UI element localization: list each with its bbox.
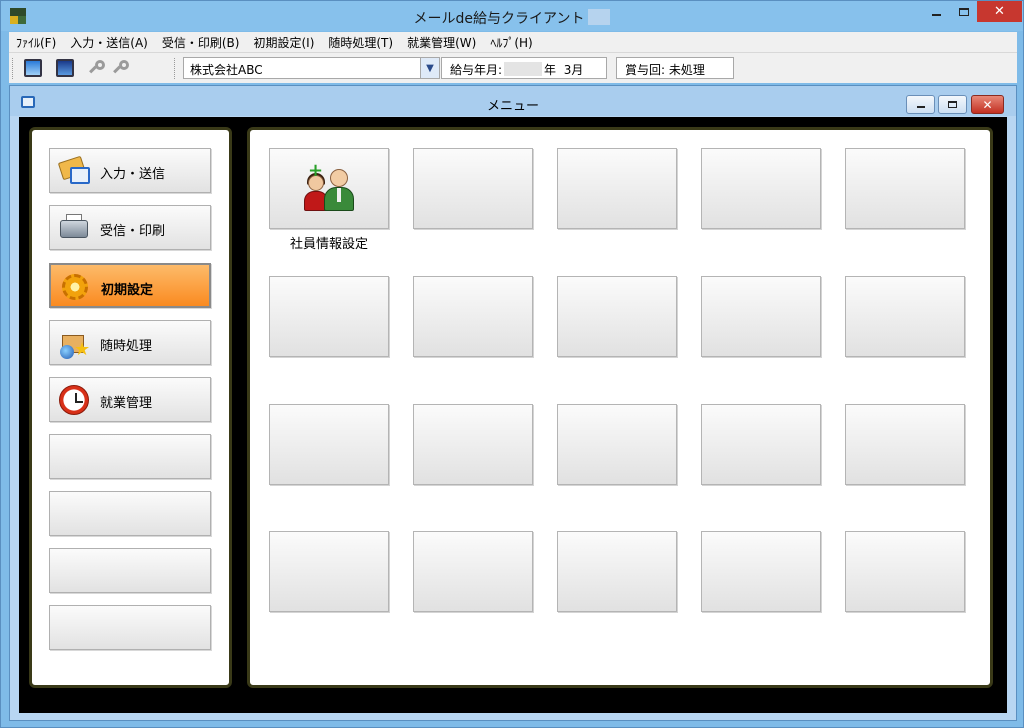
menu-body: 入力・送信 受信・印刷 初期設定 ★ 随時処理 就業管理 + 社員情報設定 (19, 117, 1007, 713)
nav-initial-settings-button[interactable]: 初期設定 (49, 263, 211, 308)
menu-work-management[interactable]: 就業管理(W) (400, 34, 483, 51)
minimize-button[interactable] (923, 1, 950, 22)
nav-input-send-button[interactable]: 入力・送信 (49, 148, 211, 193)
close-icon: ✕ (982, 97, 993, 112)
employee-info-settings-tile[interactable]: + (269, 148, 389, 229)
menu-window-title: メニュー (486, 99, 539, 114)
menu-tile[interactable] (413, 276, 533, 357)
menu-tile[interactable] (413, 404, 533, 485)
app-window: メールde給与クライアント ✕ ﾌｧｲﾙ(F) 入力・送信(A) 受信・印刷(B… (0, 0, 1024, 728)
menu-tile[interactable] (269, 276, 389, 357)
salary-year-month: 給与年月: 年 3月 (441, 57, 607, 79)
menu-adhoc-processing[interactable]: 随時処理(T) (321, 34, 400, 51)
menu-minimize-button[interactable] (906, 95, 935, 114)
menu-tile[interactable] (845, 148, 965, 229)
toolbar-grip[interactable] (174, 58, 177, 79)
menu-tile[interactable] (269, 404, 389, 485)
close-button[interactable]: ✕ (977, 1, 1022, 22)
bonus-status: 賞与回: 未処理 (616, 57, 734, 79)
function-panel: + 社員情報設定 (247, 127, 993, 688)
menu-close-button[interactable]: ✕ (971, 95, 1004, 114)
close-icon: ✕ (994, 4, 1005, 19)
menu-tile[interactable] (701, 531, 821, 612)
company-select[interactable]: 株式会社ABC ▼ (183, 57, 440, 79)
nav-empty-button[interactable] (49, 491, 211, 536)
box-globe-icon: ★ (58, 327, 90, 359)
title-bar[interactable]: メールde給与クライアント ✕ (1, 1, 1023, 31)
menu-tile[interactable] (701, 148, 821, 229)
menu-window-title-bar[interactable]: メニュー ✕ (10, 86, 1016, 116)
maximize-icon (958, 7, 969, 16)
key-icon[interactable] (95, 60, 105, 70)
menu-receive-print[interactable]: 受信・印刷(B) (155, 34, 247, 51)
menu-input-send[interactable]: 入力・送信(A) (63, 34, 155, 51)
key-icon[interactable] (119, 60, 129, 70)
gear-icon (59, 271, 91, 303)
toolbar: 株式会社ABC ▼ 給与年月: 年 3月 賞与回: 未処理 (9, 52, 1017, 83)
nav-empty-button[interactable] (49, 605, 211, 650)
menu-tile[interactable] (845, 404, 965, 485)
toolbar-grip[interactable] (12, 58, 15, 79)
menu-tile[interactable] (845, 276, 965, 357)
menu-tile[interactable] (269, 531, 389, 612)
clock-icon (58, 384, 90, 416)
menu-maximize-button[interactable] (938, 95, 967, 114)
bonus-label: 賞与回: (625, 63, 666, 77)
monitor-icon[interactable] (24, 59, 42, 77)
employee-info-settings-label: 社員情報設定 (289, 237, 368, 252)
menu-child-window: メニュー ✕ 入力・送信 受信・印刷 初期設定 ★ 随時処理 就業管理 + 社員… (9, 85, 1017, 721)
nav-receive-print-button[interactable]: 受信・印刷 (49, 205, 211, 250)
nav-work-management-button[interactable]: 就業管理 (49, 377, 211, 422)
chevron-down-icon[interactable]: ▼ (420, 58, 439, 78)
menu-help[interactable]: ﾍﾙﾌﾟ(H) (483, 34, 539, 51)
nav-empty-button[interactable] (49, 548, 211, 593)
menu-tile[interactable] (413, 531, 533, 612)
menu-tile[interactable] (701, 404, 821, 485)
company-select-value: 株式会社ABC (190, 63, 263, 77)
menu-tile[interactable] (701, 276, 821, 357)
restore-icon (948, 101, 957, 108)
salary-ym-label: 給与年月: (450, 63, 503, 77)
menu-tile[interactable] (557, 531, 677, 612)
menu-bar: ﾌｧｲﾙ(F) 入力・送信(A) 受信・印刷(B) 初期設定(I) 随時処理(T… (9, 32, 1017, 52)
menu-tile[interactable] (845, 531, 965, 612)
salary-month: 3月 (563, 63, 584, 77)
mail-folder-icon (57, 155, 90, 187)
employee-icon: + (304, 162, 360, 213)
printer-icon (58, 212, 90, 244)
nav-adhoc-processing-button[interactable]: ★ 随時処理 (49, 320, 211, 365)
menu-tile[interactable] (557, 148, 677, 229)
menu-tile[interactable] (557, 404, 677, 485)
image-icon[interactable] (56, 59, 74, 77)
window-title: メールde給与クライアント (1, 8, 1023, 28)
menu-file[interactable]: ﾌｧｲﾙ(F) (9, 34, 63, 51)
minimize-icon (916, 106, 925, 108)
bonus-value: 未処理 (668, 63, 705, 77)
minimize-icon (932, 13, 941, 16)
category-panel: 入力・送信 受信・印刷 初期設定 ★ 随時処理 就業管理 (29, 127, 232, 688)
maximize-button[interactable] (950, 1, 977, 22)
menu-initial-settings[interactable]: 初期設定(I) (246, 34, 321, 51)
menu-tile[interactable] (413, 148, 533, 229)
nav-empty-button[interactable] (49, 434, 211, 479)
menu-tile[interactable] (557, 276, 677, 357)
